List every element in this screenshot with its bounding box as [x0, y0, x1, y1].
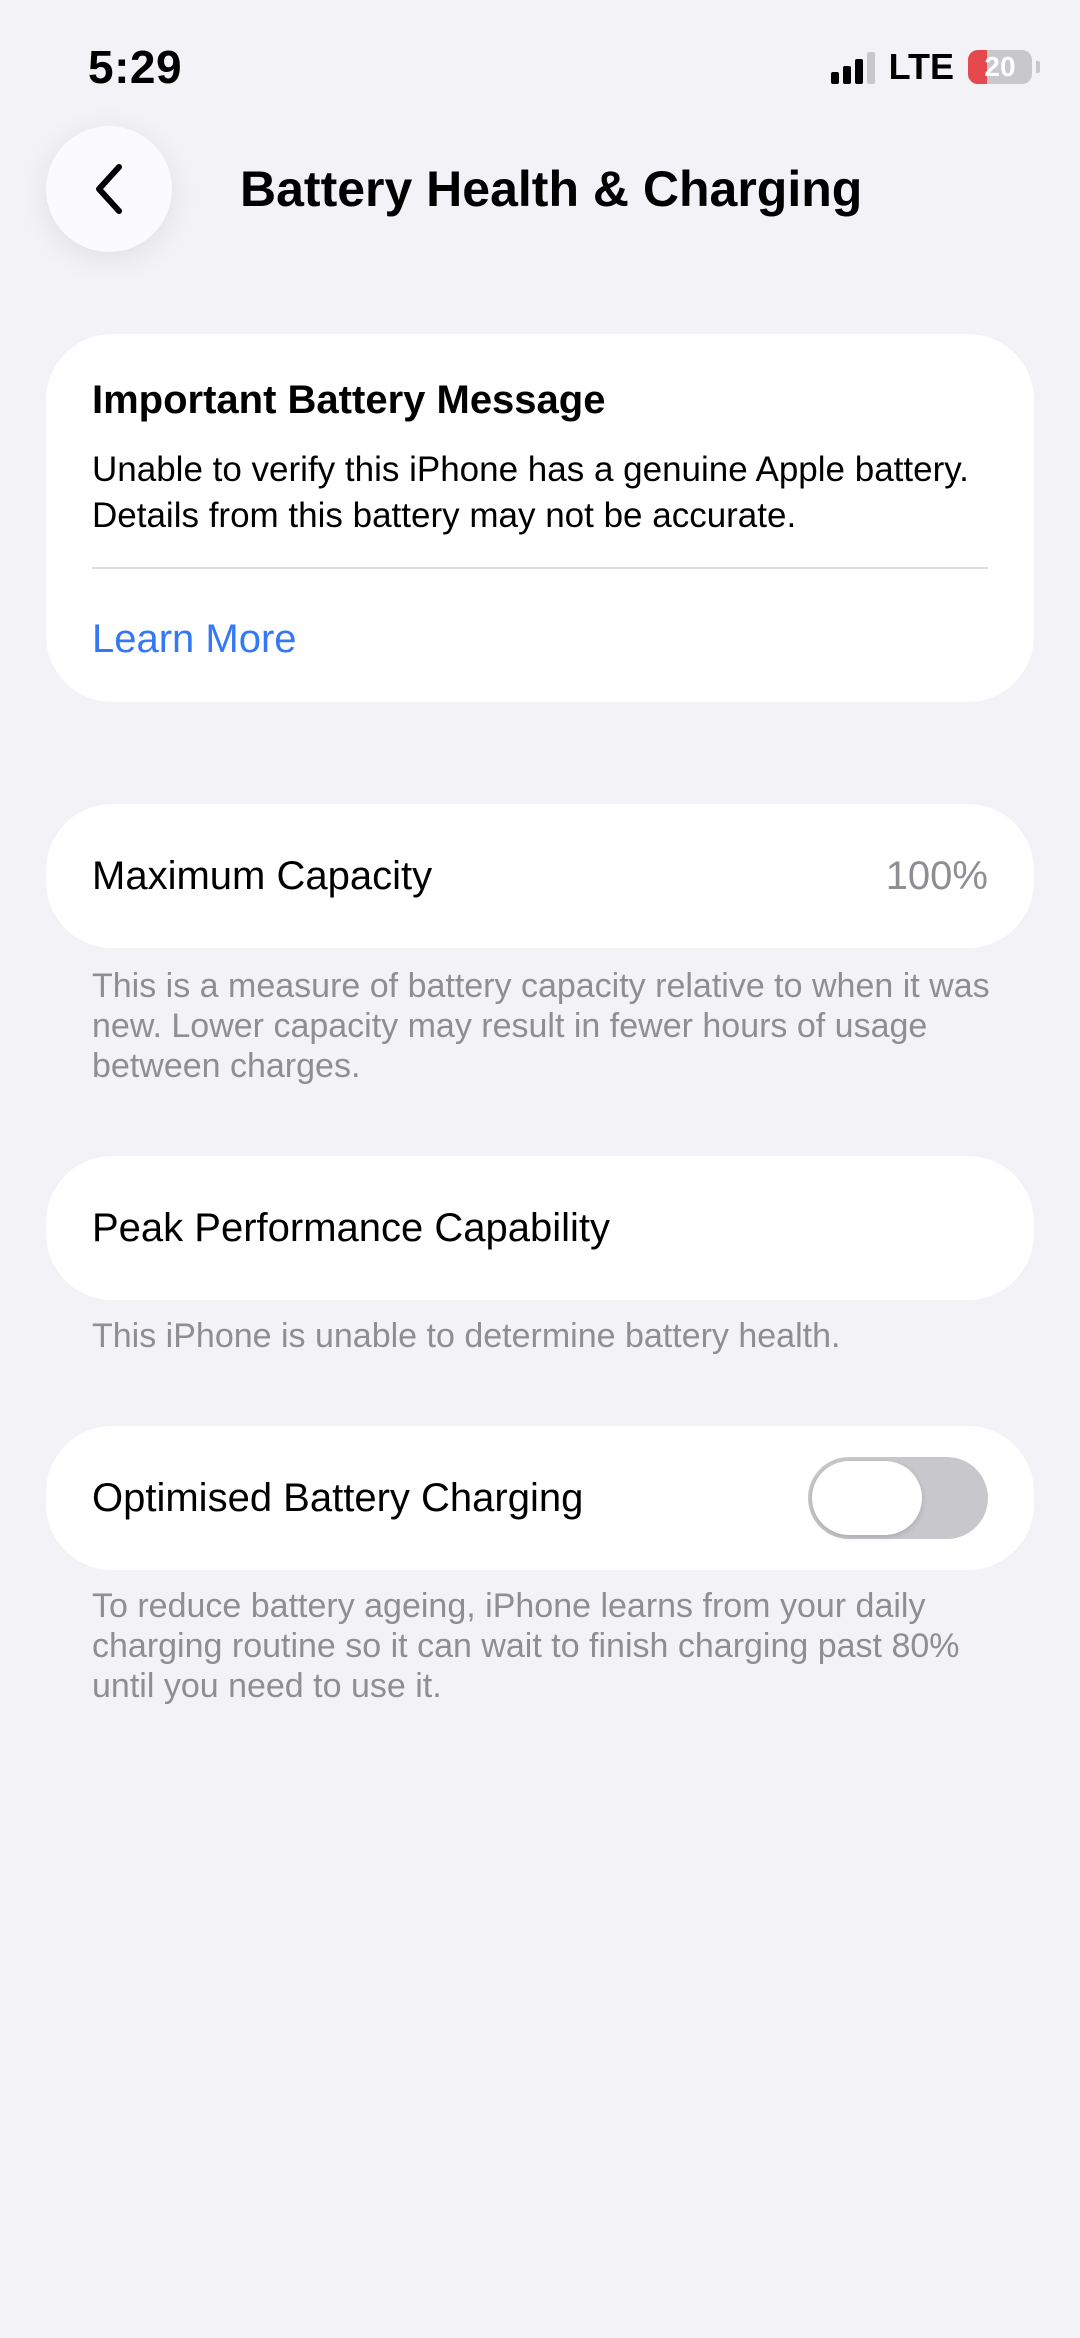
message-body: Unable to verify this iPhone has a genui…	[92, 450, 969, 535]
maximum-capacity-footnote: This is a measure of battery capacity re…	[92, 967, 990, 1085]
peak-performance-label: Peak Performance Capability	[92, 1205, 611, 1250]
optimised-charging-footnote: To reduce battery ageing, iPhone learns …	[92, 1587, 960, 1705]
optimised-charging-label: Optimised Battery Charging	[92, 1475, 584, 1520]
page-title: Battery Health & Charging	[240, 161, 863, 217]
important-battery-message-card: Important Battery Message Unable to veri…	[46, 334, 1034, 702]
battery-icon: 20	[968, 50, 1032, 84]
status-time: 5:29	[88, 41, 183, 93]
chevron-left-icon	[96, 164, 122, 214]
optimised-charging-row: Optimised Battery Charging	[46, 1426, 1034, 1570]
message-title: Important Battery Message	[92, 378, 606, 422]
status-bar: 5:29 LTE 20	[0, 0, 1080, 130]
learn-more-link[interactable]: Learn More	[92, 617, 988, 662]
peak-performance-footnote: This iPhone is unable to determine batte…	[92, 1317, 841, 1355]
maximum-capacity-value: 100%	[885, 853, 988, 898]
battery-cap	[1036, 61, 1040, 73]
back-button[interactable]	[46, 126, 172, 252]
divider	[92, 567, 988, 569]
network-type-label: LTE	[888, 46, 954, 87]
battery-level-label: 20	[984, 51, 1016, 82]
optimised-charging-toggle[interactable]	[808, 1457, 988, 1539]
maximum-capacity-row: Maximum Capacity 100%	[46, 804, 1034, 948]
maximum-capacity-label: Maximum Capacity	[92, 853, 433, 898]
cellular-signal-icon	[830, 50, 875, 84]
toggle-knob	[812, 1461, 922, 1535]
peak-performance-row: Peak Performance Capability	[46, 1156, 1034, 1300]
status-indicators: LTE 20	[830, 46, 1040, 88]
